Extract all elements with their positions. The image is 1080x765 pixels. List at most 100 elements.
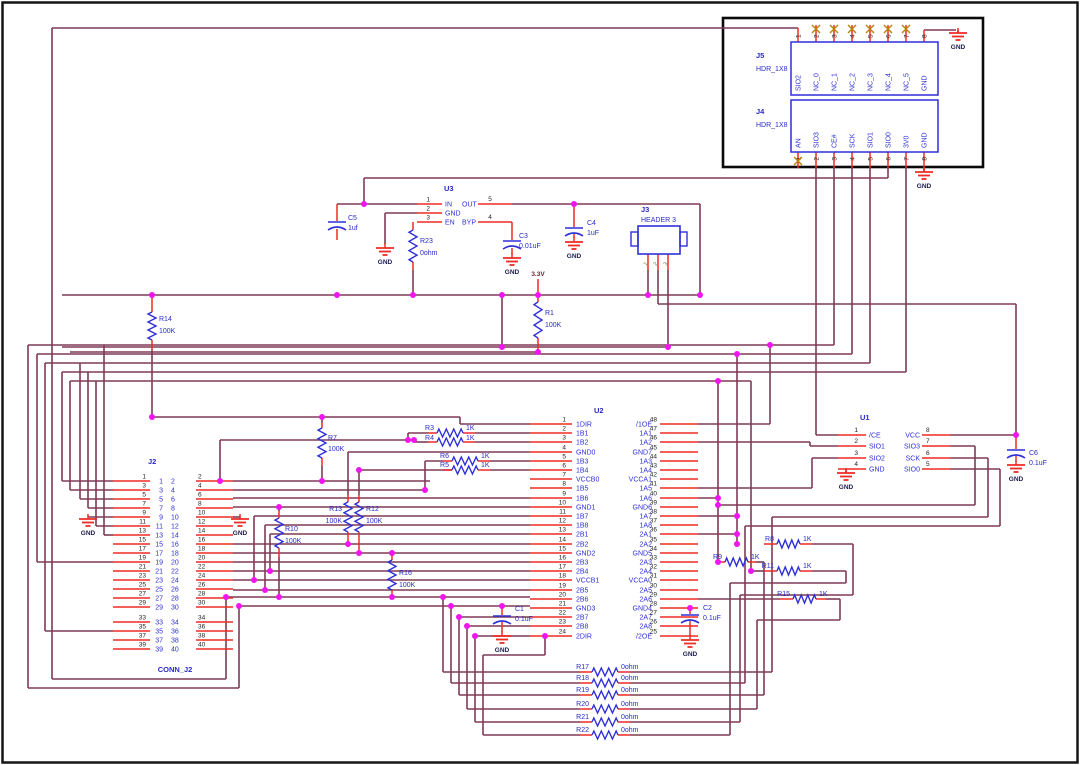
pin-name: NC_2 <box>850 73 857 91</box>
pin-name: 1B7 <box>576 514 589 521</box>
pin-number: 27 <box>139 591 147 598</box>
pin-number: 28 <box>198 591 206 598</box>
connector-part: CONN_J2 <box>158 665 193 674</box>
resistor-ref: R7 <box>328 435 337 442</box>
pin-number: 4 <box>854 461 858 468</box>
resistor-value: 1K <box>481 462 490 469</box>
pin-name: VCCB1 <box>576 578 599 585</box>
pin-number: 2 <box>854 438 858 445</box>
pin-name: 33 <box>155 620 163 627</box>
junction-dot <box>767 342 773 348</box>
junction-dot <box>345 541 351 547</box>
pin-name: 1B6 <box>576 496 589 503</box>
pin-number: 4 <box>198 483 202 490</box>
pin-name: EN <box>445 220 455 227</box>
pin-name: SIO3 <box>814 132 821 148</box>
pin-number: 36 <box>650 527 658 534</box>
pin-name: NC_3 <box>868 73 875 91</box>
pin-name: NC_5 <box>904 73 911 91</box>
pin-name: GND <box>922 75 929 91</box>
pin-name: 35 <box>155 629 163 636</box>
junction-dot <box>715 559 721 565</box>
resistor-value: 100K <box>285 538 302 545</box>
pin-name: NC_4 <box>886 73 893 91</box>
pin-name: SIO0 <box>886 132 893 148</box>
junction-dot <box>319 414 325 420</box>
pin-number: 16 <box>559 555 567 562</box>
resistor-value: 0ohm <box>621 714 639 721</box>
pin-name: 39 <box>155 647 163 654</box>
pin-number: 10 <box>559 500 567 507</box>
junction-dot <box>665 344 671 350</box>
pin-name: 36 <box>171 629 179 636</box>
pin-number: 32 <box>650 564 658 571</box>
pin-name: 1B5 <box>576 486 589 493</box>
resistor-value: 100K <box>545 322 562 329</box>
pin-number: 48 <box>650 417 658 424</box>
pin-name: 3V0 <box>904 135 911 148</box>
pin-number: 8 <box>922 34 929 38</box>
pin-name: 3 <box>159 488 163 495</box>
pin-name: CE# <box>832 134 839 148</box>
pin-name: 15 <box>155 542 163 549</box>
pin-number: 2 <box>198 474 202 481</box>
pin-number: 5 <box>142 492 146 499</box>
pin-number: 6 <box>562 463 566 470</box>
pin-number: 10 <box>198 510 206 517</box>
resistor-ref: R20 <box>576 701 589 708</box>
pin-number: 21 <box>559 601 567 608</box>
pin-name: GND2 <box>576 551 596 558</box>
junction-dot <box>236 603 242 609</box>
pin-number: 5 <box>562 454 566 461</box>
pin-number: 47 <box>650 426 658 433</box>
pin-name: 25 <box>155 587 163 594</box>
pin-number: 8 <box>922 157 929 161</box>
resistor-ref: R4 <box>425 435 434 442</box>
capacitor-value: 0.1uF <box>515 616 533 623</box>
pin-number: 21 <box>139 564 147 571</box>
pin-name: GND0 <box>576 450 596 457</box>
pin-name: VCC <box>905 433 920 440</box>
pin-number: 6 <box>198 492 202 499</box>
pin-name: GND <box>445 211 461 218</box>
gnd-label: GND <box>951 44 966 51</box>
pin-number: 12 <box>198 519 206 526</box>
pin-number: 18 <box>559 573 567 580</box>
junction-dot <box>267 568 273 574</box>
resistor-value: 100K <box>399 582 416 589</box>
pin-name: 27 <box>155 596 163 603</box>
pin-number: 13 <box>559 527 567 534</box>
pin-number: 25 <box>650 629 658 636</box>
pin-name: 29 <box>155 605 163 612</box>
pin-number: 14 <box>198 528 206 535</box>
resistor-value: 100K <box>159 328 176 335</box>
pin-number: 28 <box>650 601 658 608</box>
pin-name: 1B8 <box>576 523 589 530</box>
pin-number: 11 <box>139 519 146 526</box>
pin-number: 8 <box>926 427 930 434</box>
capacitor-ref: C2 <box>703 605 712 612</box>
pin-name: SIO2 <box>796 75 803 91</box>
pin-name: GND1 <box>576 505 596 512</box>
connector-ref: J2 <box>148 457 156 466</box>
junction-dot <box>535 349 541 355</box>
power-net-label: 3.3V <box>531 271 545 278</box>
pin-number: 37 <box>650 518 658 525</box>
pin-number: 7 <box>904 157 911 161</box>
pin-number: 16 <box>198 537 206 544</box>
capacitor-ref: C5 <box>348 215 357 222</box>
resistor-ref: R14 <box>159 316 172 323</box>
junction-dot <box>217 478 223 484</box>
pin-number: 36 <box>198 624 206 631</box>
pin-name: 37 <box>155 638 163 645</box>
pin-name: BYP <box>462 220 476 227</box>
ic-ref: U1 <box>860 413 870 422</box>
connector-part: HDR_1X8 <box>756 122 788 129</box>
resistor-ref: R11 <box>762 563 774 570</box>
pin-number: 35 <box>139 624 147 631</box>
junction-dot <box>542 633 548 639</box>
pin-number: 19 <box>139 555 147 562</box>
connector-part: HEADER 3 <box>641 217 676 224</box>
junction-dot <box>715 495 721 501</box>
schematic-page: J5HDR_1X8SIO21NC_02NC_13NC_24NC_35NC_46N… <box>0 0 1080 765</box>
